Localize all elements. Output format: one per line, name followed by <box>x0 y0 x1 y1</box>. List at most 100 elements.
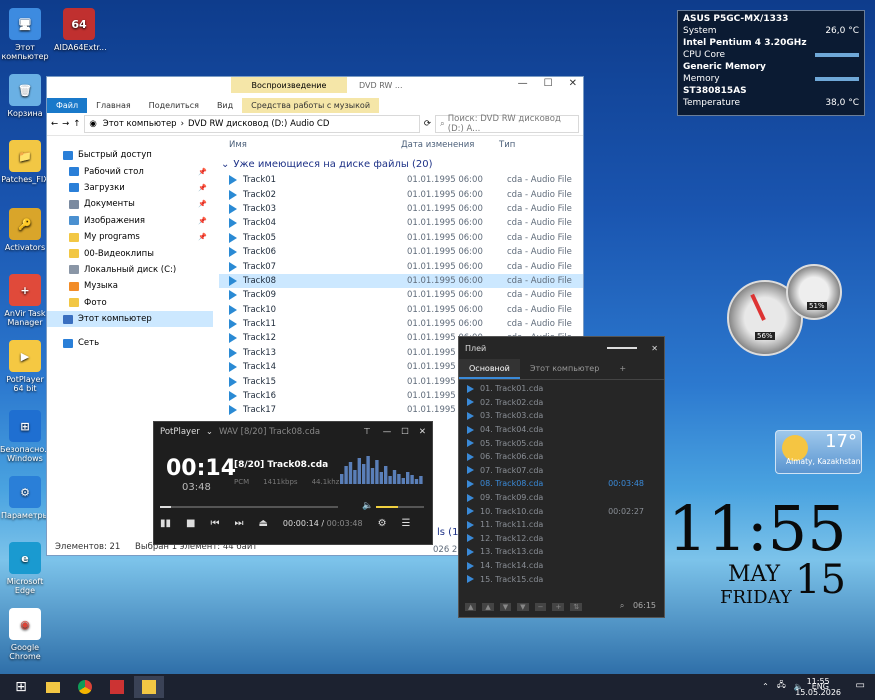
playlist-item[interactable]: 01. Track01.cda <box>459 382 664 396</box>
playlist-item[interactable]: 13. Track13.cda <box>459 545 664 559</box>
minimize-button[interactable]: — <box>518 78 528 89</box>
add-button[interactable]: + <box>552 603 565 611</box>
desktop-icon[interactable]: ▶ PotPlayer 64 bit <box>0 340 50 393</box>
nav-item[interactable]: Локальный диск (C:) <box>47 262 213 278</box>
playlist-item[interactable]: 07. Track07.cda <box>459 464 664 478</box>
move-up-button[interactable]: ▲ <box>482 603 494 611</box>
group-header[interactable]: ⌄ Уже имеющиеся на диске файлы (20) <box>219 155 583 173</box>
address-bar[interactable]: ◉ Этот компьютер › DVD RW дисковод (D:) … <box>84 115 420 133</box>
nav-item[interactable]: 00-Видеоклипы <box>47 245 213 261</box>
playlist-item[interactable]: 05. Track05.cda <box>459 436 664 450</box>
taskbar-chrome[interactable] <box>70 676 100 698</box>
back-button[interactable]: ← <box>51 119 58 129</box>
eject-button[interactable]: ⏏ <box>258 518 267 529</box>
desktop-icon[interactable]: ⊞ Безопасно... Windows <box>0 410 52 463</box>
file-row[interactable]: Track10 01.01.1995 06:00 cda - Audio File <box>219 303 583 317</box>
nav-item[interactable]: Сеть <box>47 335 213 351</box>
close-button[interactable]: ✕ <box>419 427 426 437</box>
ribbon-tab[interactable]: Поделиться <box>140 98 208 113</box>
ribbon-tab[interactable]: Главная <box>87 98 140 113</box>
potplayer-menu[interactable]: PotPlayer <box>160 427 200 437</box>
forward-button[interactable]: → <box>62 119 69 129</box>
playlist-item[interactable]: 14. Track14.cda <box>459 559 664 573</box>
playlist-item[interactable]: 03. Track03.cda <box>459 409 664 423</box>
column-date[interactable]: Дата изменения <box>401 140 499 150</box>
playlist-item[interactable]: 10. Track10.cda 00:02:27 <box>459 504 664 518</box>
settings-icon[interactable]: ⚙ <box>378 518 387 529</box>
file-row[interactable]: Track11 01.01.1995 06:00 cda - Audio File <box>219 317 583 331</box>
play-button[interactable]: ▮▮ <box>160 518 171 529</box>
previous-button[interactable]: ⏮ <box>210 518 219 529</box>
taskbar-aida64[interactable] <box>102 676 132 698</box>
playlist-item[interactable]: 09. Track09.cda <box>459 491 664 505</box>
desktop-icon[interactable]: 📁 Patches_FIX <box>0 140 50 184</box>
taskbar-potplayer[interactable] <box>134 676 164 698</box>
column-type[interactable]: Тип <box>499 140 515 150</box>
file-row[interactable]: Track08 01.01.1995 06:00 cda - Audio File <box>219 273 583 289</box>
breadcrumb-drive[interactable]: DVD RW дисковод (D:) Audio CD <box>188 119 329 129</box>
start-button[interactable]: ⊞ <box>6 676 36 698</box>
search-icon[interactable]: ⌕ <box>620 601 624 610</box>
refresh-button[interactable]: ⟳ <box>424 119 431 129</box>
move-top-button[interactable]: ▲ <box>465 603 477 611</box>
pin-button[interactable]: ⊤ <box>363 427 370 437</box>
column-name[interactable]: Имя <box>219 140 401 150</box>
network-icon[interactable]: 🖧 <box>777 679 786 693</box>
nav-item[interactable]: My programs 📌 <box>47 229 213 245</box>
minimize-button[interactable]: — <box>383 427 392 437</box>
nav-item[interactable]: Фото <box>47 295 213 311</box>
file-row[interactable]: Track07 01.01.1995 06:00 cda - Audio File <box>219 259 583 273</box>
nav-item[interactable]: Документы 📌 <box>47 196 213 212</box>
move-bottom-button[interactable]: ▼ <box>517 603 529 611</box>
nav-item[interactable]: Музыка <box>47 278 213 294</box>
ribbon-tab[interactable]: Вид <box>208 98 242 113</box>
ribbon-tab[interactable]: Средства работы с музыкой <box>242 98 380 113</box>
playlist-volume[interactable] <box>607 347 638 349</box>
maximize-button[interactable]: ☐ <box>544 78 553 89</box>
volume-slider[interactable] <box>376 506 424 508</box>
playlist-item[interactable]: 12. Track12.cda <box>459 532 664 546</box>
next-button[interactable]: ⏭ <box>234 518 243 529</box>
nav-item[interactable]: Быстрый доступ <box>47 147 213 163</box>
up-button[interactable]: ↑ <box>73 119 80 129</box>
nav-item[interactable]: Загрузки 📌 <box>47 180 213 196</box>
playlist-item[interactable]: 04. Track04.cda <box>459 423 664 437</box>
desktop-icon[interactable]: + AnVir Task Manager <box>0 274 50 327</box>
breadcrumb-this-pc[interactable]: Этот компьютер <box>103 119 177 129</box>
file-row[interactable]: Track06 01.01.1995 06:00 cda - Audio File <box>219 245 583 259</box>
nav-item[interactable]: Изображения 📌 <box>47 213 213 229</box>
desktop-icon[interactable]: 🔑 Activators <box>0 208 50 252</box>
playlist-tab[interactable]: Этот компьютер <box>520 359 609 379</box>
file-row[interactable]: Track04 01.01.1995 06:00 cda - Audio File <box>219 216 583 230</box>
remove-button[interactable]: − <box>534 603 547 611</box>
playlist-item[interactable]: 08. Track08.cda 00:03:48 <box>459 477 664 491</box>
playlist-item[interactable]: 15. Track15.cda <box>459 572 664 586</box>
volume-icon[interactable]: 🔈 <box>362 501 373 511</box>
desktop-icon[interactable]: ⚙ Параметры <box>0 476 50 520</box>
potplayer-window[interactable]: PotPlayer ⌄ WAV [8/20] Track08.cda ⊤ — ☐… <box>153 421 433 545</box>
playlist-tab[interactable]: + <box>609 359 636 379</box>
close-button[interactable]: ✕ <box>569 78 577 89</box>
playlist-item[interactable]: 11. Track11.cda <box>459 518 664 532</box>
desktop-icon[interactable]: e Microsoft Edge <box>0 542 50 595</box>
nav-item[interactable]: Этот компьютер <box>47 310 213 328</box>
playlist-item[interactable]: 02. Track02.cda <box>459 396 664 410</box>
taskbar-clock[interactable]: 11:55 15.05.2026 <box>795 676 841 698</box>
sort-button[interactable]: ⇅ <box>570 603 583 611</box>
seek-bar[interactable] <box>160 506 338 508</box>
ribbon-tab[interactable]: Файл <box>47 98 88 113</box>
playlist-menu-icon[interactable]: ☰ <box>402 518 411 529</box>
tray-overflow-icon[interactable]: ⌃ <box>762 682 769 691</box>
maximize-button[interactable]: ☐ <box>401 427 409 437</box>
playlist-close-button[interactable]: ✕ <box>651 344 658 353</box>
desktop-icon[interactable]: 🖥 Этот компьютер <box>0 8 50 61</box>
move-down-button[interactable]: ▼ <box>499 603 512 611</box>
file-row[interactable]: Track05 01.01.1995 06:00 cda - Audio File <box>219 231 583 245</box>
file-row[interactable]: Track02 01.01.1995 06:00 cda - Audio File <box>219 187 583 201</box>
file-row[interactable]: Track09 01.01.1995 06:00 cda - Audio File <box>219 288 583 302</box>
desktop-icon[interactable]: 64 AIDA64Extr... <box>54 8 107 52</box>
stop-button[interactable]: ■ <box>186 518 195 529</box>
nav-item[interactable]: Рабочий стол 📌 <box>47 163 213 179</box>
desktop-icon[interactable]: ◉ Google Chrome <box>0 608 50 661</box>
notification-icon[interactable]: ▭ <box>856 680 865 691</box>
